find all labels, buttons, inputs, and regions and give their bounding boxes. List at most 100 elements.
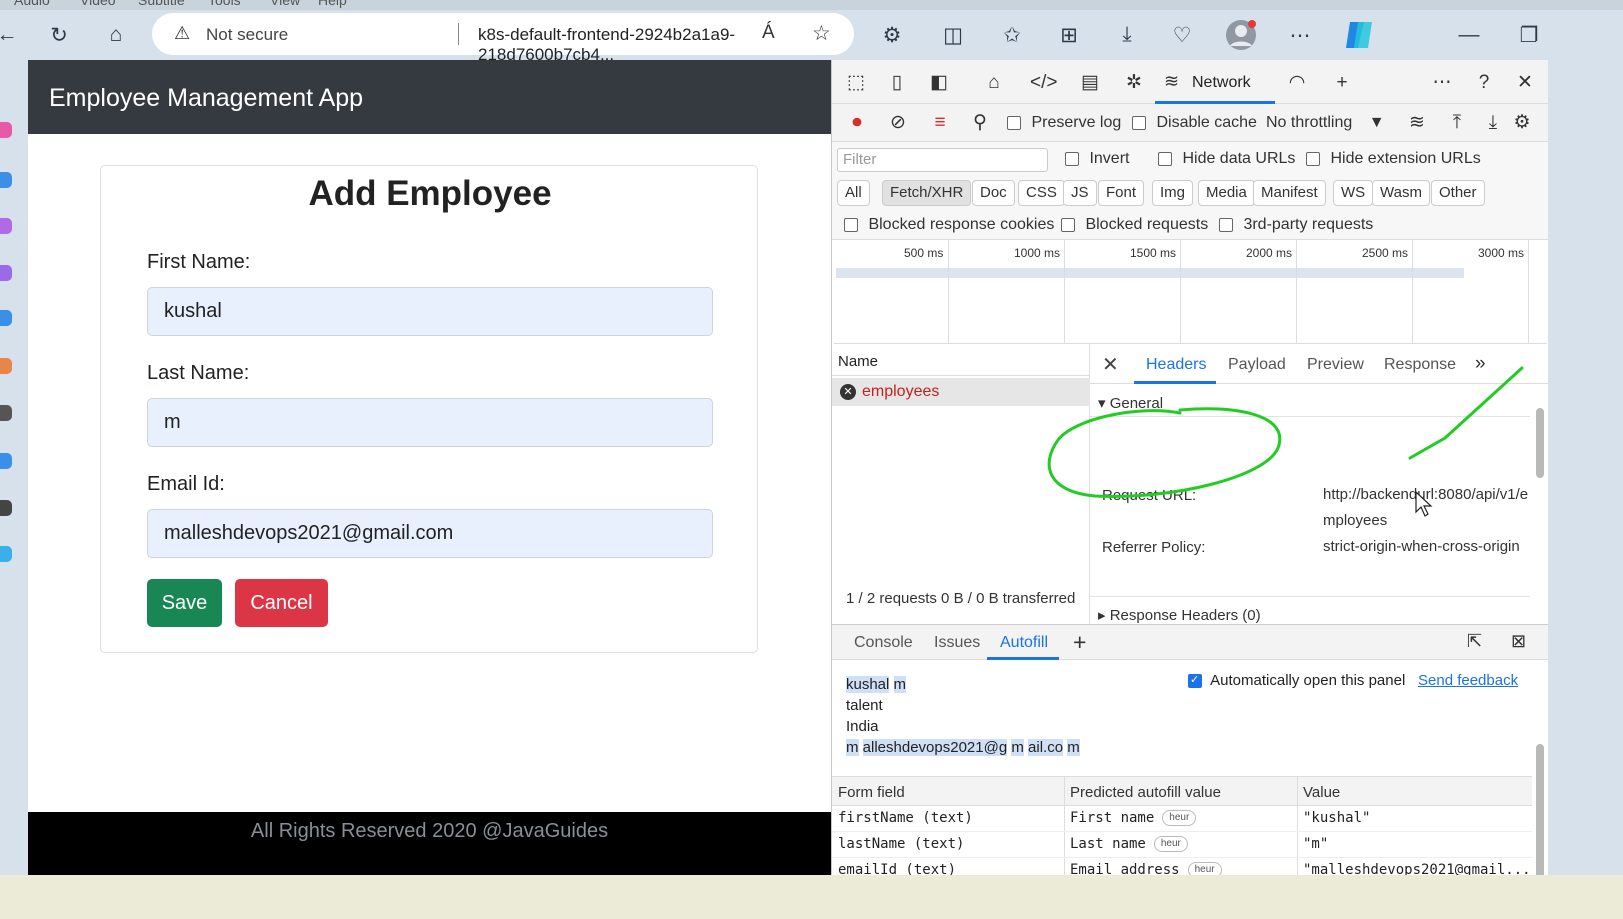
network-settings-gear-icon[interactable]: ⚙ <box>1509 110 1535 136</box>
request-url-value[interactable]: http://backendurl:8080/api/v1/employees <box>1323 482 1533 534</box>
copilot-icon[interactable] <box>1343 18 1377 52</box>
hide-extension-urls-toggle[interactable]: Hide extension URLs <box>1306 150 1481 168</box>
invert-checkbox[interactable] <box>1065 151 1079 166</box>
column-form-field[interactable]: Form field <box>838 784 905 801</box>
type-filter-all[interactable]: All <box>837 180 870 206</box>
inspect-element-icon[interactable]: ⬚ <box>843 70 869 96</box>
customize-menu-icon[interactable]: ⋯ <box>1429 70 1455 96</box>
autofill-scrollbar[interactable] <box>1536 744 1544 875</box>
clear-icon[interactable]: ⊘ <box>885 110 911 136</box>
sidebar-app-icon[interactable] <box>0 265 12 281</box>
table-row[interactable]: lastName (text) Last name heur "m" <box>832 832 1532 858</box>
close-detail-icon[interactable]: ✕ <box>1102 352 1119 377</box>
type-filter-js[interactable]: JS <box>1063 180 1097 206</box>
drawer-tab-issues[interactable]: Issues <box>934 634 980 652</box>
back-icon[interactable]: ← <box>0 18 24 52</box>
menu-video[interactable]: Video <box>80 0 116 8</box>
downloads-icon[interactable]: ⤓ <box>1110 18 1144 52</box>
type-filter-ws[interactable]: WS <box>1333 180 1374 206</box>
preserve-log-checkbox[interactable] <box>1007 115 1021 130</box>
elements-tab-icon[interactable]: </> <box>1030 70 1057 96</box>
sidebar-app-icon[interactable] <box>0 405 12 421</box>
send-feedback-link[interactable]: Send feedback <box>1418 672 1518 689</box>
search-icon[interactable]: ⚲ <box>967 110 993 136</box>
first-name-input[interactable]: kushal <box>147 287 713 336</box>
add-drawer-tab-icon[interactable]: + <box>1073 629 1086 656</box>
profile-avatar-icon[interactable] <box>1224 18 1258 52</box>
filter-input[interactable]: Filter <box>837 148 1048 172</box>
help-icon[interactable]: ? <box>1471 70 1497 96</box>
type-filter-css[interactable]: CSS <box>1018 180 1065 206</box>
save-button[interactable]: Save <box>147 579 222 627</box>
response-headers-section[interactable]: ▸ Response Headers (0) <box>1098 606 1261 624</box>
more-tabs-chevron-icon[interactable]: » <box>1475 353 1486 375</box>
referrer-policy-value[interactable]: strict-origin-when-cross-origin <box>1323 534 1533 560</box>
email-input[interactable]: malleshdevops2021@gmail.com <box>147 509 713 558</box>
sidebar-app-icon[interactable] <box>0 358 12 374</box>
blocked-requests-checkbox[interactable] <box>1061 217 1075 232</box>
sidebar-app-icon[interactable] <box>0 218 12 234</box>
console-tab-icon[interactable]: ▤ <box>1077 70 1103 96</box>
disable-cache-toggle[interactable]: Disable cache <box>1132 114 1257 132</box>
menu-audio[interactable]: Audio <box>14 0 50 8</box>
refresh-icon[interactable]: ↻ <box>42 18 76 52</box>
table-row[interactable]: emailId (text) Email address heur "malles… <box>832 858 1532 875</box>
type-filter-manifest[interactable]: Manifest <box>1253 180 1326 206</box>
sidebar-app-icon[interactable] <box>0 310 12 326</box>
hide-data-urls-toggle[interactable]: Hide data URLs <box>1158 150 1295 168</box>
type-filter-font[interactable]: Font <box>1098 180 1145 206</box>
hide-extension-urls-checkbox[interactable] <box>1306 151 1320 166</box>
close-drawer-icon[interactable]: ⊠ <box>1511 631 1526 652</box>
preserve-log-toggle[interactable]: Preserve log <box>1007 114 1121 132</box>
column-predicted-value[interactable]: Predicted autofill value <box>1070 784 1221 801</box>
menu-tools[interactable]: Tools <box>208 0 241 8</box>
blocked-cookies-checkbox[interactable] <box>844 217 858 232</box>
filter-funnel-icon[interactable]: ≡ <box>927 110 953 136</box>
hide-data-urls-checkbox[interactable] <box>1158 151 1172 166</box>
drawer-tab-autofill[interactable]: Autofill <box>1000 634 1048 652</box>
import-har-icon[interactable]: ⤒ <box>1444 110 1470 136</box>
type-filter-wasm[interactable]: Wasm <box>1372 180 1430 206</box>
third-party-toggle[interactable]: 3rd-party requests <box>1219 216 1373 234</box>
type-filter-other[interactable]: Other <box>1431 180 1485 206</box>
blocked-requests-toggle[interactable]: Blocked requests <box>1061 216 1208 234</box>
detail-scrollbar[interactable] <box>1536 408 1544 478</box>
url-text[interactable]: k8s-default-frontend-2924b2a1a9-218d7600… <box>478 25 854 65</box>
export-har-icon[interactable]: ⤓ <box>1480 110 1506 136</box>
sidebar-app-icon[interactable] <box>0 546 12 562</box>
cancel-button[interactable]: Cancel <box>235 579 328 627</box>
network-timeline-overview[interactable]: 500 ms 1000 ms 1500 ms 2000 ms 2500 ms 3… <box>834 240 1547 344</box>
minimize-icon[interactable]: — <box>1452 18 1486 52</box>
extensions-icon[interactable]: ⚙ <box>875 18 909 52</box>
more-tools-plus-icon[interactable]: + <box>1329 70 1355 96</box>
last-name-input[interactable]: m <box>147 398 713 447</box>
split-screen-icon[interactable]: ◫ <box>936 18 970 52</box>
request-row[interactable]: ✕ employees <box>832 378 1090 406</box>
invert-toggle[interactable]: Invert <box>1065 150 1129 168</box>
name-column-header[interactable]: Name <box>832 344 1090 376</box>
home-icon[interactable]: ⌂ <box>99 18 133 52</box>
type-filter-media[interactable]: Media <box>1198 180 1255 206</box>
favorite-star-icon[interactable]: ☆ <box>812 21 831 46</box>
restore-icon[interactable]: ❐ <box>1512 18 1546 52</box>
welcome-home-icon[interactable]: ⌂ <box>981 70 1007 96</box>
disable-cache-checkbox[interactable] <box>1132 115 1146 130</box>
network-conditions-icon[interactable]: ≋ <box>1404 110 1430 136</box>
address-bar[interactable]: ⚠ Not secure k8s-default-frontend-2924b2… <box>152 13 854 64</box>
tab-headers[interactable]: Headers <box>1146 356 1206 374</box>
type-filter-doc[interactable]: Doc <box>972 180 1015 206</box>
sidebar-app-icon[interactable] <box>0 453 12 469</box>
type-filter-img[interactable]: Img <box>1152 180 1194 206</box>
browser-essentials-icon[interactable]: ♡ <box>1165 18 1199 52</box>
sources-debug-icon[interactable]: ✲ <box>1121 70 1147 96</box>
tab-network[interactable]: ≋ Network <box>1155 60 1275 104</box>
app-title[interactable]: Employee Management App <box>49 84 363 113</box>
blocked-cookies-toggle[interactable]: Blocked response cookies <box>844 216 1054 234</box>
favorites-icon[interactable]: ✩ <box>995 18 1029 52</box>
tab-payload[interactable]: Payload <box>1228 356 1286 374</box>
sidebar-app-icon[interactable] <box>0 172 12 188</box>
performance-icon[interactable]: ◠ <box>1284 70 1310 96</box>
read-aloud-icon[interactable]: Á <box>762 22 775 44</box>
dock-side-icon[interactable]: ◧ <box>926 70 952 96</box>
close-devtools-icon[interactable]: ✕ <box>1512 70 1538 96</box>
